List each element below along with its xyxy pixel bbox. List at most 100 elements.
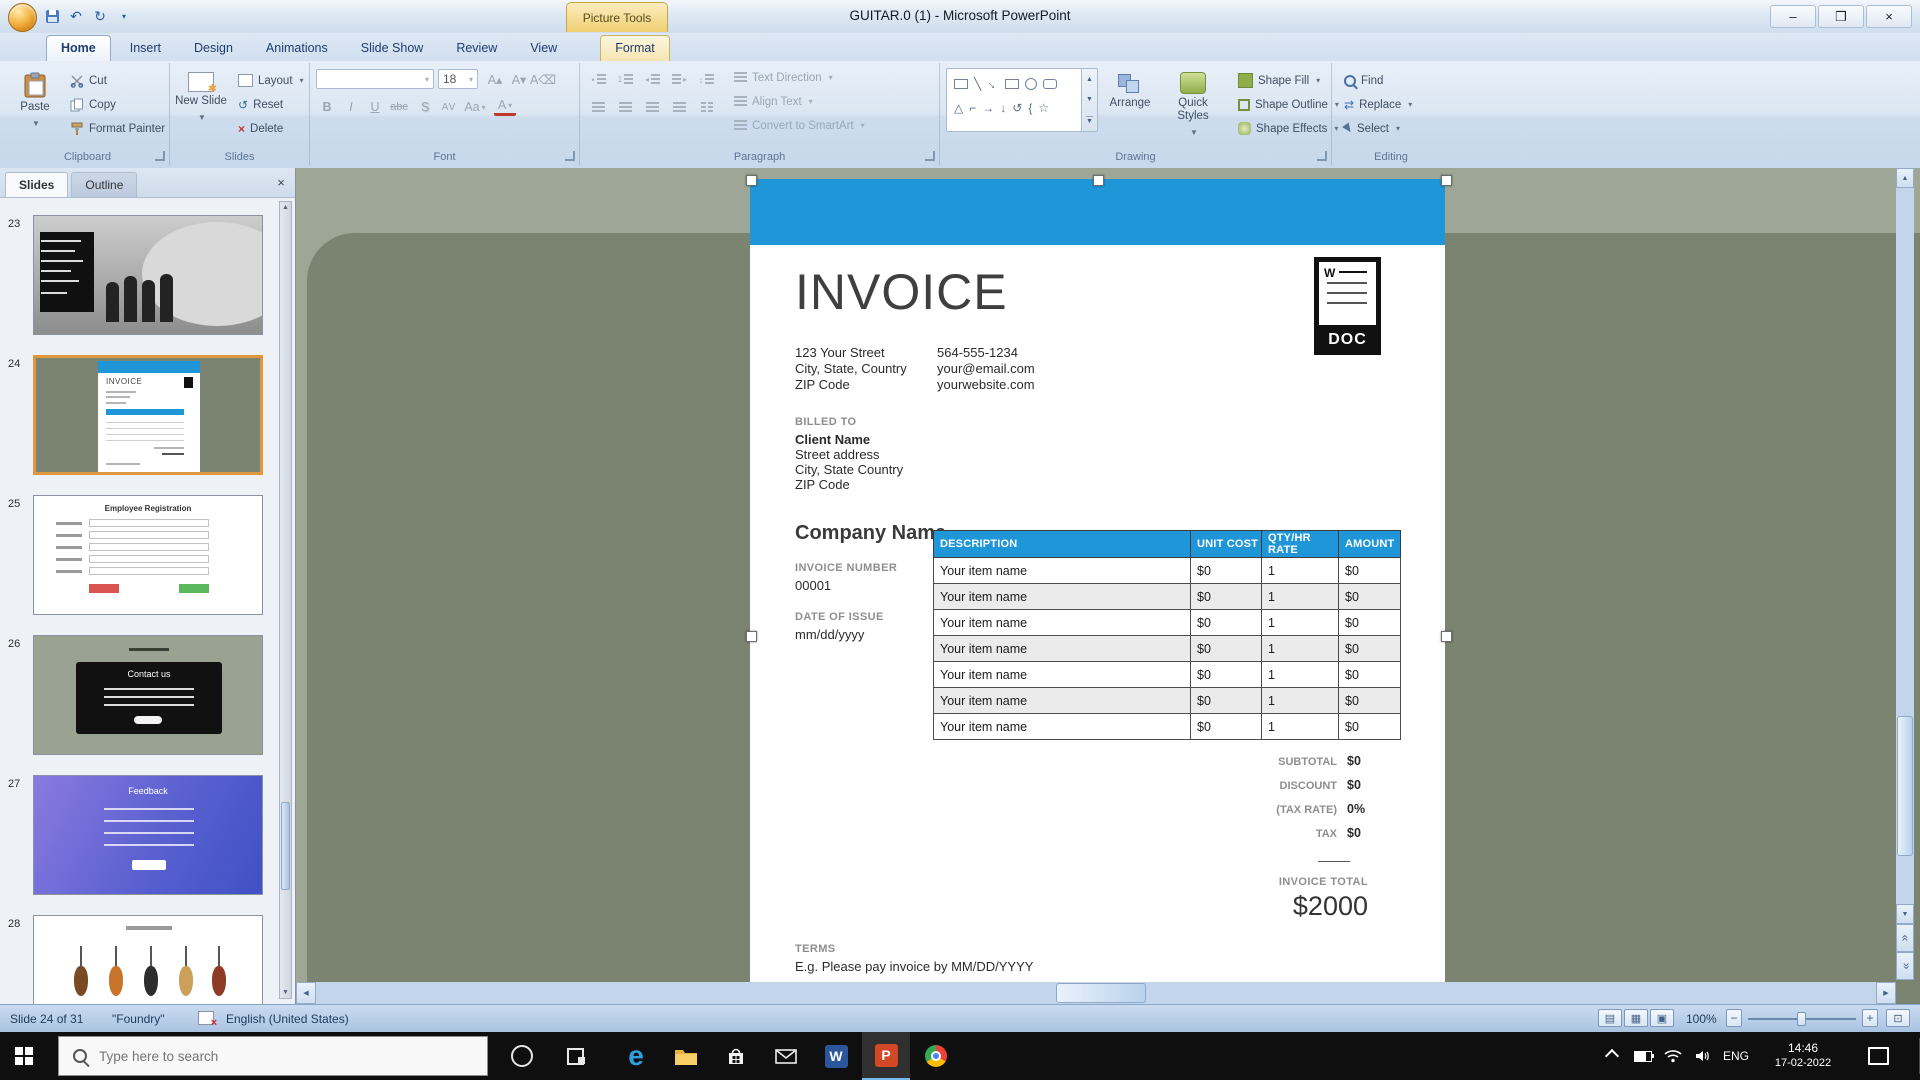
- taskbar-search[interactable]: [58, 1036, 488, 1076]
- text-direction-button[interactable]: Text Direction▾: [730, 67, 837, 88]
- underline-button[interactable]: U: [364, 97, 386, 117]
- shape-fill-button[interactable]: Shape Fill▾: [1234, 70, 1324, 91]
- columns-button[interactable]: [694, 97, 719, 118]
- shape-arrow-right-icon[interactable]: →: [982, 101, 994, 115]
- invoice-picture[interactable]: INVOICE W DOC 123 Your Street City, Stat…: [750, 179, 1445, 1002]
- character-spacing-button[interactable]: AV: [438, 97, 460, 117]
- new-slide-button[interactable]: ✱ New Slide▼: [173, 65, 229, 124]
- shape-square-icon[interactable]: [1005, 79, 1019, 89]
- previous-slide-button[interactable]: «: [1896, 924, 1914, 952]
- shapes-gallery-scroll[interactable]: ▲▼▼: [1081, 69, 1097, 131]
- font-name-combo[interactable]: ▾: [316, 69, 434, 89]
- slide-thumbnail-28[interactable]: [33, 915, 263, 1004]
- word-button[interactable]: W: [812, 1032, 860, 1080]
- tab-format[interactable]: Format: [600, 35, 670, 61]
- line-spacing-button[interactable]: ↕: [694, 69, 719, 90]
- reset-button[interactable]: ↺ Reset: [234, 94, 287, 115]
- scroll-down-icon[interactable]: ▼: [280, 989, 291, 996]
- tab-outline[interactable]: Outline: [71, 172, 137, 197]
- vertical-scroll-thumb[interactable]: [1897, 716, 1913, 856]
- shape-brace-icon[interactable]: {: [1028, 101, 1032, 115]
- customize-qat-button[interactable]: ▾: [114, 6, 134, 26]
- shape-curve-icon[interactable]: ↺: [1012, 101, 1022, 115]
- tab-view[interactable]: View: [516, 36, 571, 61]
- volume-button[interactable]: [1688, 1032, 1718, 1080]
- slideshow-view-button[interactable]: ▣: [1650, 1009, 1674, 1027]
- convert-smartart-button[interactable]: Convert to SmartArt▾: [730, 115, 869, 136]
- search-input[interactable]: [97, 1048, 461, 1065]
- decrease-indent-button[interactable]: ◂: [640, 69, 665, 90]
- quick-styles-button[interactable]: Quick Styles▼: [1162, 65, 1224, 139]
- strikethrough-button[interactable]: abc: [388, 97, 410, 117]
- text-shadow-button[interactable]: S: [414, 97, 436, 117]
- language-button[interactable]: ENG: [1718, 1032, 1754, 1080]
- slides-panel-scroll-thumb[interactable]: [281, 802, 290, 890]
- align-center-button[interactable]: [613, 97, 638, 118]
- task-view-button[interactable]: [552, 1032, 600, 1080]
- align-right-button[interactable]: [640, 97, 665, 118]
- zoom-slider-thumb[interactable]: [1797, 1012, 1806, 1026]
- scroll-left-button[interactable]: ◀: [296, 982, 316, 1004]
- select-button[interactable]: Select▾: [1340, 118, 1404, 139]
- new-slide-dropdown-icon[interactable]: ▼: [198, 111, 206, 124]
- undo-button[interactable]: ↶: [66, 6, 86, 26]
- replace-button[interactable]: ⇄Replace▾: [1340, 94, 1416, 115]
- slide-thumbnail-25[interactable]: Employee Registration: [33, 495, 263, 615]
- slide-editing-area[interactable]: INVOICE W DOC 123 Your Street City, Stat…: [296, 168, 1920, 1004]
- selection-handle-top-center[interactable]: [1093, 175, 1104, 186]
- mail-button[interactable]: [762, 1032, 810, 1080]
- tab-review[interactable]: Review: [442, 36, 511, 61]
- shape-oval-icon[interactable]: [1025, 78, 1037, 90]
- clock[interactable]: 14:46 17-02-2022: [1756, 1032, 1850, 1080]
- network-button[interactable]: [1658, 1032, 1688, 1080]
- align-text-button[interactable]: Align Text▾: [730, 91, 817, 112]
- spellcheck-icon[interactable]: ×: [198, 1011, 214, 1025]
- powerpoint-button[interactable]: P: [862, 1032, 910, 1080]
- slide-thumbnail-24-selected[interactable]: INVOICE: [33, 355, 263, 475]
- shapes-gallery[interactable]: ╲ → △ ⌐ → ↓ ↺ { ☆ ▲▼▼: [946, 68, 1098, 132]
- arrange-button[interactable]: Arrange: [1102, 65, 1158, 110]
- tray-expand-button[interactable]: [1596, 1032, 1628, 1080]
- change-case-button[interactable]: Aa▾: [464, 97, 486, 117]
- paste-dropdown-icon[interactable]: ▼: [32, 117, 40, 130]
- slide-sorter-view-button[interactable]: ▦: [1624, 1009, 1648, 1027]
- shape-rounded-rect-icon[interactable]: [1043, 79, 1057, 89]
- office-button[interactable]: [8, 3, 37, 32]
- increase-indent-button[interactable]: ▸: [667, 69, 692, 90]
- slide-thumbnail-26[interactable]: Contact us: [33, 635, 263, 755]
- save-button[interactable]: [42, 6, 62, 26]
- align-left-button[interactable]: [586, 97, 611, 118]
- shape-star-icon[interactable]: ☆: [1038, 101, 1049, 115]
- shape-triangle-icon[interactable]: △: [954, 101, 963, 115]
- close-button[interactable]: ×: [1866, 5, 1912, 28]
- delete-button[interactable]: × Delete: [234, 118, 287, 139]
- maximize-button[interactable]: ❒: [1818, 5, 1864, 28]
- scroll-right-button[interactable]: ▶: [1876, 982, 1896, 1004]
- horizontal-scrollbar[interactable]: ◀ ▶: [296, 982, 1896, 1004]
- store-button[interactable]: [712, 1032, 760, 1080]
- action-center-button[interactable]: [1858, 1032, 1898, 1080]
- layout-button[interactable]: Layout▾: [234, 70, 308, 91]
- scroll-up-button[interactable]: ▲: [1896, 168, 1914, 188]
- font-color-button[interactable]: A▾: [494, 97, 516, 116]
- tab-slide-show[interactable]: Slide Show: [347, 36, 438, 61]
- tab-insert[interactable]: Insert: [116, 36, 175, 61]
- scroll-down-button[interactable]: ▼: [1896, 904, 1914, 924]
- edge-button[interactable]: e: [612, 1032, 660, 1080]
- chrome-button[interactable]: [912, 1032, 960, 1080]
- shape-arrow-line-icon[interactable]: →: [984, 75, 1002, 93]
- battery-button[interactable]: [1628, 1032, 1658, 1080]
- clear-formatting-button[interactable]: A⌫: [532, 69, 554, 89]
- selection-handle-mid-right[interactable]: [1441, 631, 1452, 642]
- horizontal-scroll-thumb[interactable]: [1056, 983, 1146, 1003]
- bullets-button[interactable]: •: [586, 69, 611, 90]
- shape-outline-button[interactable]: Shape Outline▾: [1234, 94, 1343, 115]
- shape-line-icon[interactable]: ╲: [974, 77, 981, 91]
- close-panel-icon[interactable]: ×: [273, 175, 289, 191]
- tab-design[interactable]: Design: [180, 36, 247, 61]
- selection-handle-top-left[interactable]: [746, 175, 757, 186]
- zoom-out-button[interactable]: −: [1726, 1009, 1742, 1027]
- cortana-button[interactable]: [498, 1032, 546, 1080]
- justify-button[interactable]: [667, 97, 692, 118]
- language-indicator[interactable]: English (United States): [226, 1012, 349, 1026]
